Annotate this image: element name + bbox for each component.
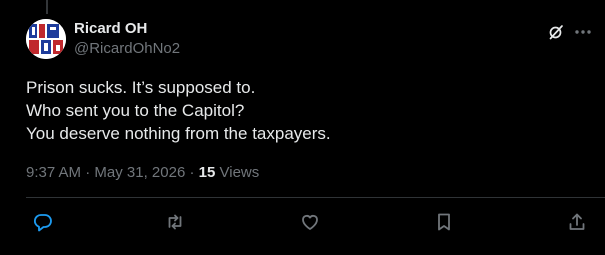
post-text-line: Prison sucks. It’s supposed to.	[26, 78, 256, 97]
avatar[interactable]	[26, 19, 66, 59]
author-handle[interactable]: @RicardOhNo2	[74, 40, 180, 58]
avatar-image	[26, 19, 66, 59]
grok-icon[interactable]	[548, 24, 564, 40]
bookmark-icon	[438, 213, 450, 231]
more-icon[interactable]	[574, 24, 592, 40]
separator-dot: ·	[85, 164, 91, 181]
post-date: May 31, 2026	[94, 164, 186, 181]
post-time: 9:37 AM	[26, 164, 82, 181]
reply-icon	[33, 214, 52, 232]
repost-button[interactable]	[165, 212, 185, 232]
separator-dot: ·	[189, 164, 195, 181]
post-text-line: Who sent you to the Capitol?	[26, 101, 245, 120]
author-block: Ricard OH @RicardOhNo2	[74, 20, 180, 58]
repost-icon	[168, 214, 182, 230]
post-time-link[interactable]: 9:37 AM · May 31, 2026	[26, 164, 185, 181]
author-display-name[interactable]: Ricard OH	[74, 20, 180, 38]
like-button[interactable]	[300, 212, 320, 232]
post-text: Prison sucks. It’s supposed to. Who sent…	[26, 76, 586, 145]
heart-icon	[302, 214, 318, 230]
views-count: 15	[198, 164, 216, 181]
share-button[interactable]	[567, 212, 587, 232]
views-label: Views	[219, 164, 260, 181]
thread-connector-line	[46, 0, 48, 14]
post-text-line: You deserve nothing from the taxpayers.	[26, 124, 331, 143]
share-icon	[569, 213, 585, 230]
post-metadata: 9:37 AM · May 31, 2026 · 15 Views	[26, 164, 259, 182]
reply-button[interactable]	[33, 212, 53, 232]
divider	[26, 197, 605, 198]
bookmark-button[interactable]	[434, 212, 454, 232]
